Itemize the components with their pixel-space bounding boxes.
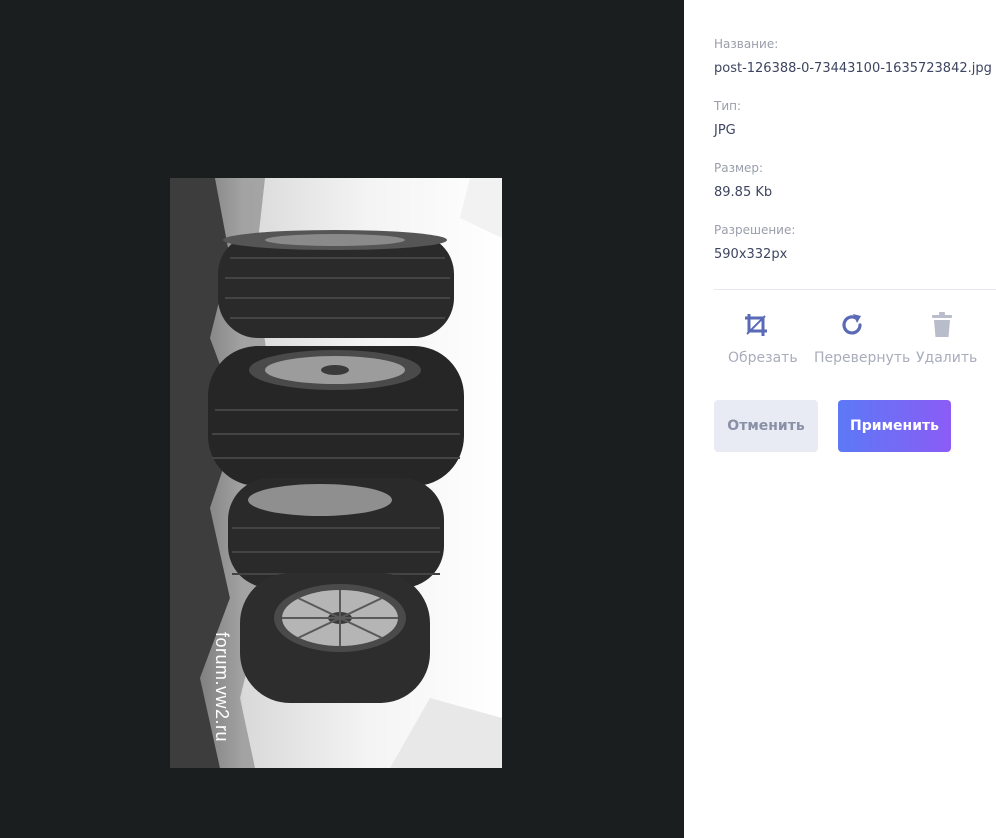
resolution-value: 590x332px [714,247,788,262]
name-field: Название: post-126388-0-73443100-1635723… [714,37,992,76]
divider [714,289,996,290]
crop-button[interactable]: Обрезать [728,312,798,366]
resolution-label: Разрешение: [714,223,796,237]
type-value: JPG [714,123,736,138]
type-field: Тип: JPG [714,99,741,138]
size-field: Размер: 89.85 Kb [714,161,772,200]
rotate-icon [814,312,890,342]
size-label: Размер: [714,161,764,175]
delete-button[interactable]: Удалить [916,312,977,366]
type-label: Тип: [714,99,742,113]
rotate-label: Перевернуть [814,350,911,366]
apply-button[interactable]: Применить [838,400,951,452]
name-value: post-126388-0-73443100-1635723842.jpg [714,61,992,76]
crop-icon [728,312,784,342]
info-pane: Название: post-126388-0-73443100-1635723… [684,0,996,838]
name-label: Название: [714,37,779,51]
size-value: 89.85 Kb [714,185,773,200]
delete-label: Удалить [916,350,978,366]
cancel-button[interactable]: Отменить [714,400,818,452]
crop-label: Обрезать [728,350,798,366]
preview-pane: forum.vw2.ru [0,0,684,838]
resolution-field: Разрешение: 590x332px [714,223,795,262]
rotate-button[interactable]: Перевернуть [814,312,910,366]
image-watermark: forum.vw2.ru [212,632,232,743]
trash-icon [916,312,968,342]
